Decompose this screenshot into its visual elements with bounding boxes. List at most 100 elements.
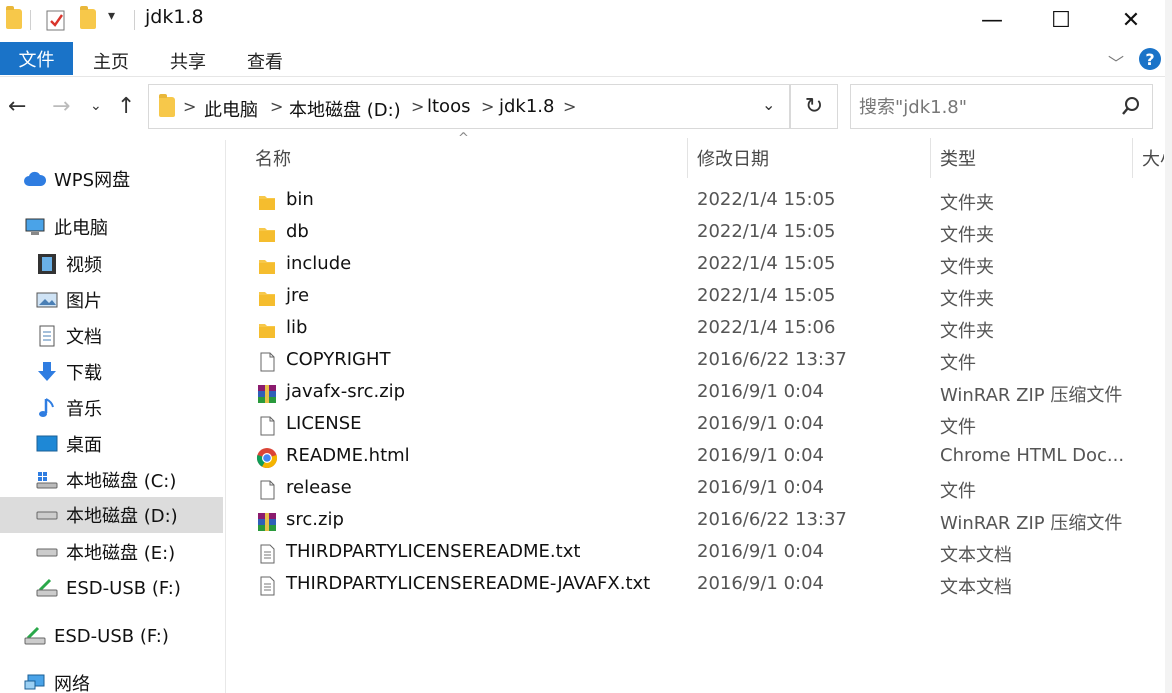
tab-home[interactable]: 主页 xyxy=(93,48,129,74)
file-row[interactable]: release 2016/9/1 0:04 文件 xyxy=(252,474,1152,506)
tab-view[interactable]: 查看 xyxy=(247,48,283,74)
file-type: 文件夹 xyxy=(940,321,994,342)
file-row[interactable]: COPYRIGHT 2016/6/22 13:37 文件 xyxy=(252,346,1152,378)
file-type: 文件 xyxy=(940,417,976,438)
file-row[interactable]: THIRDPARTYLICENSEREADME.txt 2016/9/1 0:04… xyxy=(252,538,1152,570)
file-type: 文件夹 xyxy=(940,225,994,246)
tab-file[interactable]: 文件 xyxy=(0,42,73,75)
recent-locations-icon[interactable]: ⌄ xyxy=(90,98,102,114)
new-folder-icon[interactable] xyxy=(80,6,96,31)
sidebar-item-usb-f[interactable]: ESD-USB (F:) xyxy=(36,571,181,605)
file-row[interactable]: jre 2022/1/4 15:05 文件夹 xyxy=(252,282,1152,314)
file-row[interactable]: src.zip 2016/6/22 13:37 WinRAR ZIP 压缩文件 xyxy=(252,506,1152,538)
file-type: 文件夹 xyxy=(940,289,994,310)
sidebar-item-this-pc[interactable]: 此电脑 xyxy=(24,210,108,244)
file-row[interactable]: include 2022/1/4 15:05 文件夹 xyxy=(252,250,1152,282)
help-icon[interactable]: ? xyxy=(1139,48,1161,70)
sidebar-item-drive-d[interactable]: 本地磁盘 (D:) xyxy=(0,497,223,533)
search-input[interactable] xyxy=(859,94,1109,120)
sidebar-item-label: 下载 xyxy=(66,363,102,384)
column-header-name[interactable]: 名称 xyxy=(255,145,291,171)
up-button[interactable]: ↑ xyxy=(117,94,135,119)
forward-button[interactable]: → xyxy=(52,94,70,119)
breadcrumb-drive-d[interactable]: 本地磁盘 (D:) xyxy=(289,96,401,122)
sidebar-item-network[interactable]: 网络 xyxy=(24,666,90,693)
usb-drive-icon xyxy=(36,577,58,599)
file-type: 文本文档 xyxy=(940,577,1012,598)
file-row[interactable]: javafx-src.zip 2016/9/1 0:04 WinRAR ZIP 压缩… xyxy=(252,378,1152,410)
column-divider[interactable] xyxy=(1132,138,1133,178)
file-name: src.zip xyxy=(286,509,344,530)
folder-icon xyxy=(256,255,278,277)
desktop-icon xyxy=(36,433,58,455)
file-row[interactable]: bin 2022/1/4 15:05 文件夹 xyxy=(252,186,1152,218)
file-date: 2016/9/1 0:04 xyxy=(697,381,824,402)
sidebar-item-label: 音乐 xyxy=(66,399,102,420)
window-edge xyxy=(1165,0,1172,693)
sidebar-item-documents[interactable]: 文档 xyxy=(36,319,102,353)
folder-icon xyxy=(159,94,175,122)
file-date: 2016/6/22 13:37 xyxy=(697,349,847,370)
address-dropdown-icon[interactable]: ⌄ xyxy=(762,95,775,114)
search-icon[interactable] xyxy=(1120,95,1142,117)
file-type: 文件 xyxy=(940,481,976,502)
window-title: jdk1.8 xyxy=(145,6,204,28)
winrar-icon xyxy=(256,383,278,405)
chevron-right-icon[interactable]: > xyxy=(270,97,283,116)
chevron-right-icon[interactable]: > xyxy=(563,97,576,116)
file-date: 2016/6/22 13:37 xyxy=(697,509,847,530)
column-divider[interactable] xyxy=(930,138,931,178)
chevron-right-icon[interactable]: > xyxy=(481,97,494,116)
column-divider[interactable] xyxy=(687,138,688,178)
sidebar-item-pictures[interactable]: 图片 xyxy=(36,283,102,317)
maximize-button[interactable]: ☐ xyxy=(1026,0,1096,40)
file-type: WinRAR ZIP 压缩文件 xyxy=(940,513,1123,534)
refresh-button[interactable]: ↻ xyxy=(790,84,838,129)
file-name: release xyxy=(286,477,352,498)
file-date: 2022/1/4 15:06 xyxy=(697,317,836,338)
customize-toolbar-icon[interactable]: ▾ xyxy=(108,8,115,30)
sidebar-item-wps-cloud[interactable]: WPS网盘 xyxy=(24,162,130,196)
tab-share[interactable]: 共享 xyxy=(170,48,206,74)
file-icon xyxy=(256,415,278,437)
file-row[interactable]: db 2022/1/4 15:05 文件夹 xyxy=(252,218,1152,250)
divider xyxy=(30,10,31,30)
chevron-right-icon[interactable]: > xyxy=(411,97,424,116)
breadcrumb-jdk[interactable]: jdk1.8 xyxy=(499,96,554,117)
sidebar-item-drive-e[interactable]: 本地磁盘 (E:) xyxy=(36,535,175,569)
properties-icon[interactable] xyxy=(46,9,66,31)
folder-icon xyxy=(6,6,22,31)
sidebar-item-downloads[interactable]: 下载 xyxy=(36,355,102,389)
file-row[interactable]: LICENSE 2016/9/1 0:04 文件 xyxy=(252,410,1152,442)
file-name: bin xyxy=(286,189,314,210)
sidebar-item-music[interactable]: 音乐 xyxy=(36,391,102,425)
file-name: jre xyxy=(286,285,310,306)
search-box[interactable] xyxy=(850,84,1153,129)
sidebar-item-desktop[interactable]: 桌面 xyxy=(36,427,102,461)
file-row[interactable]: THIRDPARTYLICENSEREADME-JAVAFX.txt 2016/9… xyxy=(252,570,1152,602)
file-row[interactable]: README.html 2016/9/1 0:04 Chrome HTML Doc.… xyxy=(252,442,1152,474)
file-name: LICENSE xyxy=(286,413,362,434)
close-button[interactable]: ✕ xyxy=(1096,0,1166,40)
folder-icon xyxy=(256,287,278,309)
file-date: 2016/9/1 0:04 xyxy=(697,413,824,434)
file-name: COPYRIGHT xyxy=(286,349,391,370)
sidebar-item-drive-c[interactable]: 本地磁盘 (C:) xyxy=(36,463,176,497)
expand-ribbon-icon[interactable]: ﹀ xyxy=(1108,50,1124,74)
column-header-date[interactable]: 修改日期 xyxy=(697,145,769,171)
sidebar-item-usb-f-root[interactable]: ESD-USB (F:) xyxy=(24,619,169,653)
sidebar-item-label: 网络 xyxy=(54,674,90,693)
file-row[interactable]: lib 2022/1/4 15:06 文件夹 xyxy=(252,314,1152,346)
winrar-icon xyxy=(256,511,278,533)
column-header-size[interactable]: 大小 xyxy=(1142,145,1164,171)
sidebar-item-label: 本地磁盘 (C:) xyxy=(66,471,177,492)
breadcrumb-ltoos[interactable]: ltoos xyxy=(427,96,470,117)
sidebar-item-videos[interactable]: 视频 xyxy=(36,247,102,281)
back-button[interactable]: ← xyxy=(8,94,26,119)
address-bar[interactable]: > 此电脑 > 本地磁盘 (D:) > ltoos > jdk1.8 > xyxy=(148,84,790,129)
breadcrumb-this-pc[interactable]: 此电脑 xyxy=(204,96,258,122)
chevron-right-icon[interactable]: > xyxy=(183,97,196,116)
file-date: 2016/9/1 0:04 xyxy=(697,477,824,498)
minimize-button[interactable]: — xyxy=(957,0,1027,40)
column-header-type[interactable]: 类型 xyxy=(940,145,976,171)
